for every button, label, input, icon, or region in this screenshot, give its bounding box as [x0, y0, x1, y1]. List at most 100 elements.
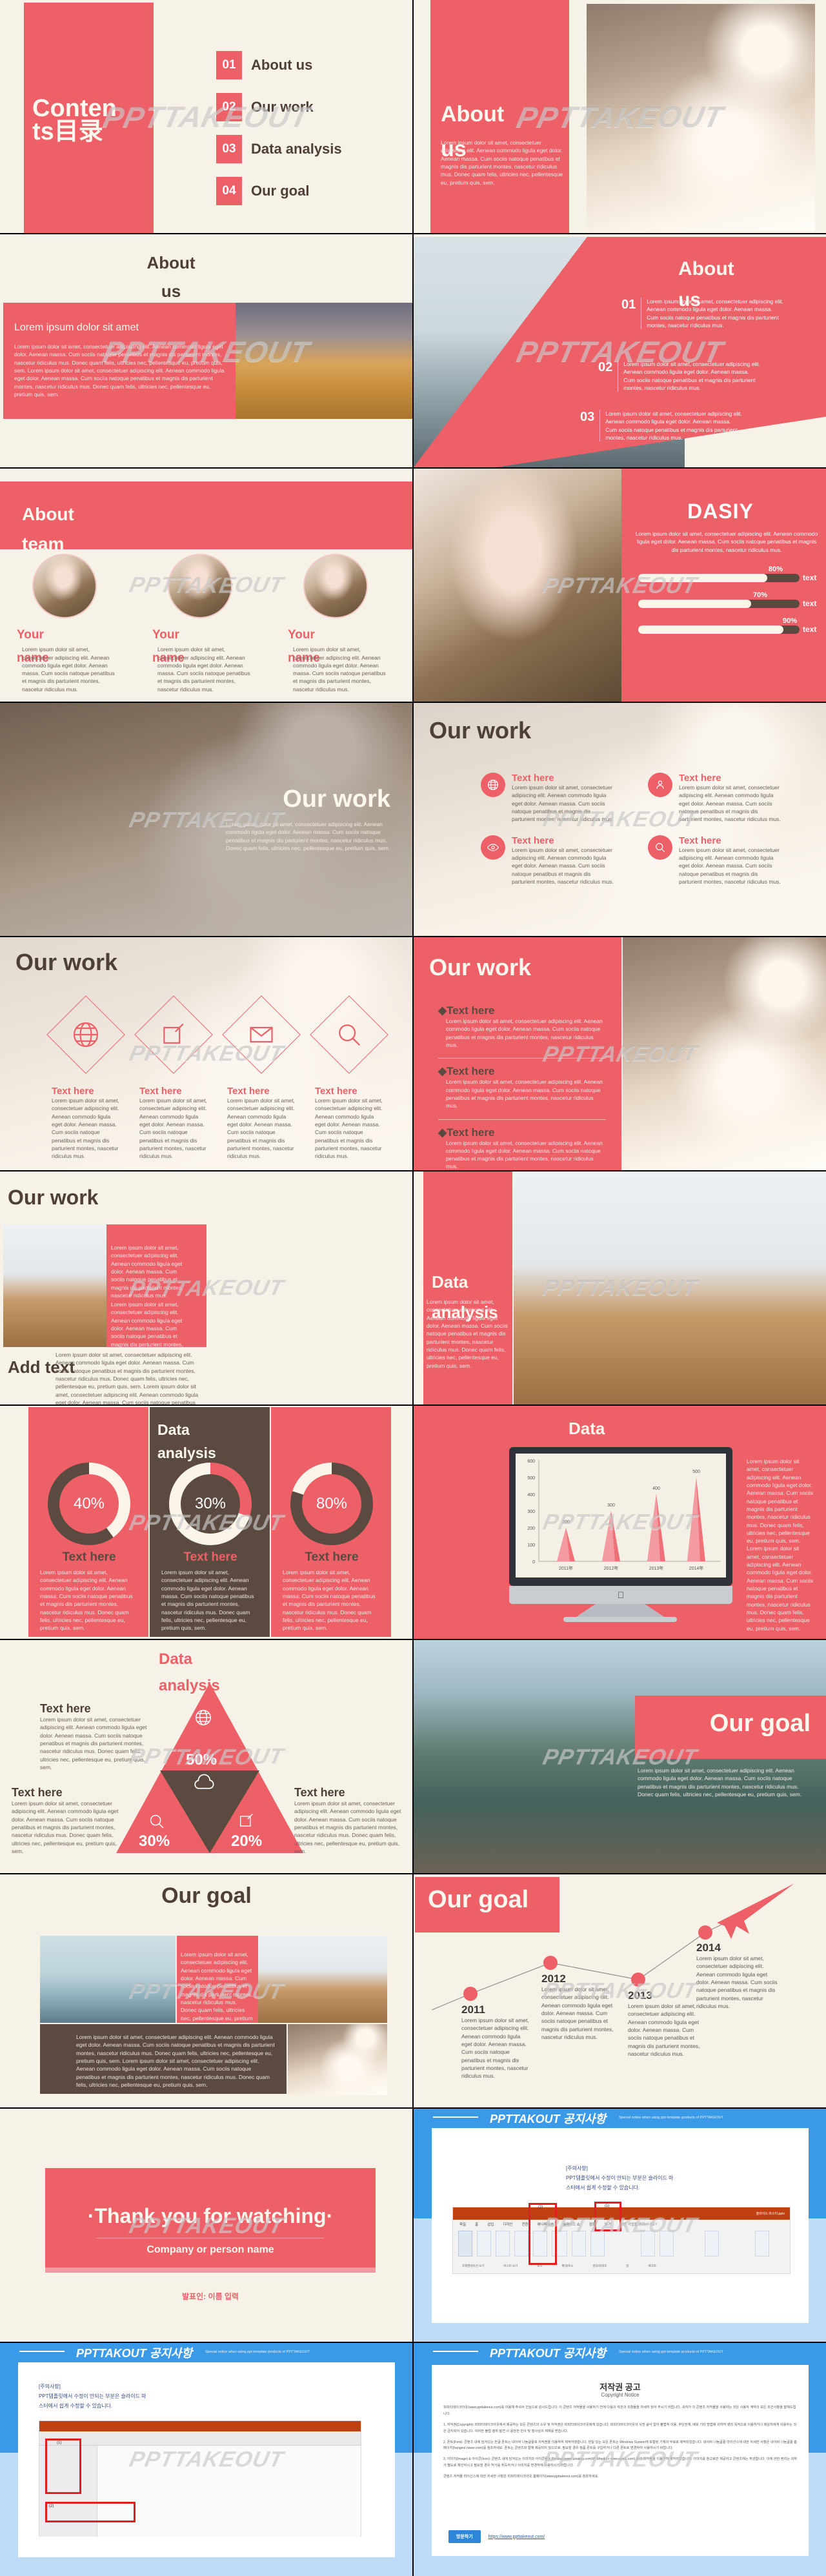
ribbon-group-window[interactable]: [723, 2231, 750, 2257]
team-member[interactable]: Your name Lorem ipsum dolor sit amet, co…: [152, 554, 268, 702]
copyright-title-kr: 저작권 공고: [599, 2382, 641, 2392]
ppt-canvas[interactable]: [97, 2446, 361, 2537]
slide-notice-ribbon-2[interactable]: PPTTAKOUT 공지사항 Special notice when using…: [0, 2343, 412, 2576]
svg-text:2014年: 2014年: [689, 1565, 704, 1571]
slide-our-work-diamonds[interactable]: Our work Text here Lorem ipsum dolor sit…: [0, 937, 412, 1170]
ribbon-button-new-window[interactable]: [705, 2231, 719, 2257]
slide-about-us-cover[interactable]: About us Lorem ipsum dolor sit amet, con…: [414, 0, 826, 233]
thanks-presenter: 발표인: 이름 입력: [182, 2292, 239, 2301]
slide-data-monitor[interactable]: Data analysis 600 500 400 300 200 100 0 …: [414, 1406, 826, 1639]
our-work-card[interactable]: Text here Lorem ipsum dolor sit amet, co…: [481, 835, 617, 886]
contents-item[interactable]: 04 Our goal: [216, 176, 342, 206]
ribbon-tab[interactable]: 전환: [522, 2222, 529, 2227]
our-work-card-heading: Text here: [512, 835, 554, 846]
ribbon-tab[interactable]: 슬라이드 쇼: [563, 2222, 580, 2227]
timeline-milestone: 2013 Lorem ipsum dolor sit amet, consect…: [628, 1989, 705, 2058]
slide-our-work-icons[interactable]: Our work Text here Lorem ipsum dolor sit…: [414, 703, 826, 936]
diamond-cell[interactable]: [46, 995, 125, 1074]
our-work-card[interactable]: Text here Lorem ipsum dolor sit amet, co…: [648, 835, 784, 886]
ribbon-button-normal[interactable]: [458, 2231, 472, 2257]
our-work-card[interactable]: Text here Lorem ipsum dolor sit amet, co…: [481, 773, 617, 824]
slide-about-us-numbered[interactable]: About us 01 Lorem ipsum dolor sit amet, …: [414, 234, 826, 467]
slide-our-goal-cover[interactable]: Our goal Lorem ipsum dolor sit amet, con…: [414, 1640, 826, 1873]
notice-line-1: PPT템플릿에서 수정이 안되는 부분은 슬라이드 마: [566, 2175, 674, 2182]
ribbon-tab[interactable]: 삽입: [487, 2222, 494, 2227]
ribbon-button-slide-sorter[interactable]: [496, 2231, 510, 2257]
donut-percent: 40%: [59, 1474, 119, 1534]
diamond-cell[interactable]: [134, 995, 213, 1074]
ribbon-tab[interactable]: 홈: [475, 2222, 478, 2227]
team-member[interactable]: Your name Lorem ipsum dolor sit amet, co…: [17, 554, 133, 702]
dasiy-title: DASIY: [687, 500, 754, 523]
our-work-bullet-body: Lorem ipsum dolor sit amet, consectetuer…: [446, 1018, 603, 1048]
slide-dasiy[interactable]: DASIY Lorem ipsum dolor sit amet, consec…: [414, 469, 826, 702]
ribbon-button-fit-window[interactable]: [660, 2231, 674, 2257]
diamond-cell[interactable]: [310, 995, 388, 1074]
ribbon-tab[interactable]: 디자인: [503, 2222, 512, 2227]
ribbon-buttons: [453, 2229, 790, 2262]
ribbon-button-handout-master[interactable]: [572, 2231, 586, 2257]
slide-data-pyramid[interactable]: Data analysis 50% 30% 20% Text here Lore…: [0, 1640, 412, 1873]
ribbon-tell-me[interactable]: 어떤 작업을 원하시나요?: [620, 2222, 657, 2227]
contents-item[interactable]: 02 Our work: [216, 92, 342, 122]
slide-data-donuts[interactable]: Data analysis 40% 30% 80% Text here Text…: [0, 1406, 412, 1639]
about-us-band-title: About us: [123, 248, 219, 305]
copyright-p4: 콘텐츠 저작물 라이선스에 대한 자세한 사항은 피피티테이크아웃 홈페이지(w…: [443, 2475, 599, 2479]
ribbon-button-notes-page[interactable]: [514, 2231, 529, 2257]
our-work-bullet[interactable]: ◆Text here Lorem ipsum dolor sit amet, c…: [438, 1004, 606, 1049]
slide-our-work-bullets[interactable]: Our work ◆Text here Lorem ipsum dolor si…: [414, 937, 826, 1170]
contents-item[interactable]: 01 About us: [216, 50, 342, 80]
team-member[interactable]: Your name Lorem ipsum dolor sit amet, co…: [288, 554, 404, 702]
ribbon-group-label: 창: [626, 2264, 629, 2267]
our-work-bullet[interactable]: ◆Text here Lorem ipsum dolor sit amet, c…: [438, 1126, 606, 1171]
dasiy-bar-row: 70% text: [638, 591, 819, 608]
apple-logo-icon: : [618, 1590, 625, 1600]
user-icon: [648, 773, 672, 797]
about-us-row-body: Lorem ipsum dolor sit amet, consectetuer…: [605, 411, 742, 441]
ribbon-group-show[interactable]: [609, 2231, 636, 2257]
slide-data-analysis-cover[interactable]: Data analysis Lorem ipsum dolor sit amet…: [414, 1171, 826, 1405]
notice-heading: [주의사항]: [39, 2384, 61, 2389]
about-team-title-a: About: [22, 504, 74, 524]
dasiy-bar-percent: 90%: [782, 617, 797, 625]
our-work-card[interactable]: Text here Lorem ipsum dolor sit amet, co…: [648, 773, 784, 824]
visit-button[interactable]: 방문하기: [448, 2530, 481, 2543]
dasiy-bar-track: [638, 599, 800, 608]
team-member-body: Lorem ipsum dolor sit amet, consectetuer…: [293, 646, 386, 693]
contents-item[interactable]: 03 Data analysis: [216, 134, 342, 164]
diamond-caption-body: Lorem ipsum dolor sit amet, consectetuer…: [139, 1097, 207, 1160]
ribbon-button-zoom[interactable]: [641, 2231, 655, 2257]
about-us-row: 03 Lorem ipsum dolor sit amet, consectet…: [580, 410, 742, 442]
donut-title-a: Data: [157, 1421, 190, 1438]
slide-copyright-notice[interactable]: PPTTAKOUT 공지사항 Special notice when using…: [414, 2343, 826, 2576]
ribbon-button-macro[interactable]: [755, 2231, 769, 2257]
diamond-bullet-icon: ◆: [438, 1004, 447, 1017]
slide-thank-you[interactable]: ·Thank you for watching· Company or pers…: [0, 2109, 412, 2342]
site-url-link[interactable]: https://www.ppttakeout.com/: [489, 2535, 545, 2539]
slide-notice-ribbon-1[interactable]: PPTTAKOUT 공지사항 Special notice when using…: [414, 2109, 826, 2342]
ribbon-button-outline[interactable]: [477, 2231, 491, 2257]
diamond-caption: Text here Lorem ipsum dolor sit amet, co…: [315, 1086, 386, 1161]
dasiy-bar-fill: [638, 573, 767, 582]
slide-about-us-band[interactable]: About us Lorem ipsum dolor sit amet Lore…: [0, 234, 412, 467]
slide-our-goal-collage[interactable]: Our goal Lorem ipsum dolor sit amet, con…: [0, 1874, 412, 2107]
diamond-caption: Text here Lorem ipsum dolor sit amet, co…: [52, 1086, 123, 1161]
slide-our-goal-timeline[interactable]: Our goal 2011 Lorem ipsum dolor sit amet…: [414, 1874, 826, 2107]
timeline-body: Lorem ipsum dolor sit amet, consectetuer…: [541, 1986, 614, 2040]
timeline-year: 2011: [461, 2003, 485, 2016]
globe-icon: [481, 773, 505, 797]
our-work-bullet[interactable]: ◆Text here Lorem ipsum dolor sit amet, c…: [438, 1065, 606, 1110]
ribbon-tabs[interactable]: 파일 홈 삽입 디자인 전환 애니메이션 슬라이드 쇼 검토 보기 어떤 작업을…: [453, 2220, 790, 2229]
slide-our-work-cover[interactable]: Our work Lorem ipsum dolor sit amet, con…: [0, 703, 412, 936]
slide-about-team[interactable]: About team Your name Lorem ipsum dolor s…: [0, 469, 412, 702]
ribbon-tab[interactable]: 파일: [459, 2222, 466, 2227]
ribbon-button-notes-master[interactable]: [590, 2231, 605, 2257]
slide-our-work-addtext[interactable]: Our work Lorem ipsum dolor sit amet, con…: [0, 1171, 412, 1405]
ribbon-group-color[interactable]: [678, 2231, 700, 2257]
our-work-bullet-list: ◆Text here Lorem ipsum dolor sit amet, c…: [438, 1004, 606, 1170]
diamond-cell[interactable]: [222, 995, 301, 1074]
slide-contents[interactable]: Conten ts目录 01 About us 02 Our work 03 D…: [0, 0, 412, 233]
donut-body: Lorem ipsum dolor sit amet, consectetuer…: [283, 1569, 376, 1632]
copyright-body: 피피티테이크아웃(www.ppttakeout.com)를 이용해 주셔서 진심…: [443, 2405, 797, 2480]
timeline-year: 2013: [628, 1989, 652, 2002]
